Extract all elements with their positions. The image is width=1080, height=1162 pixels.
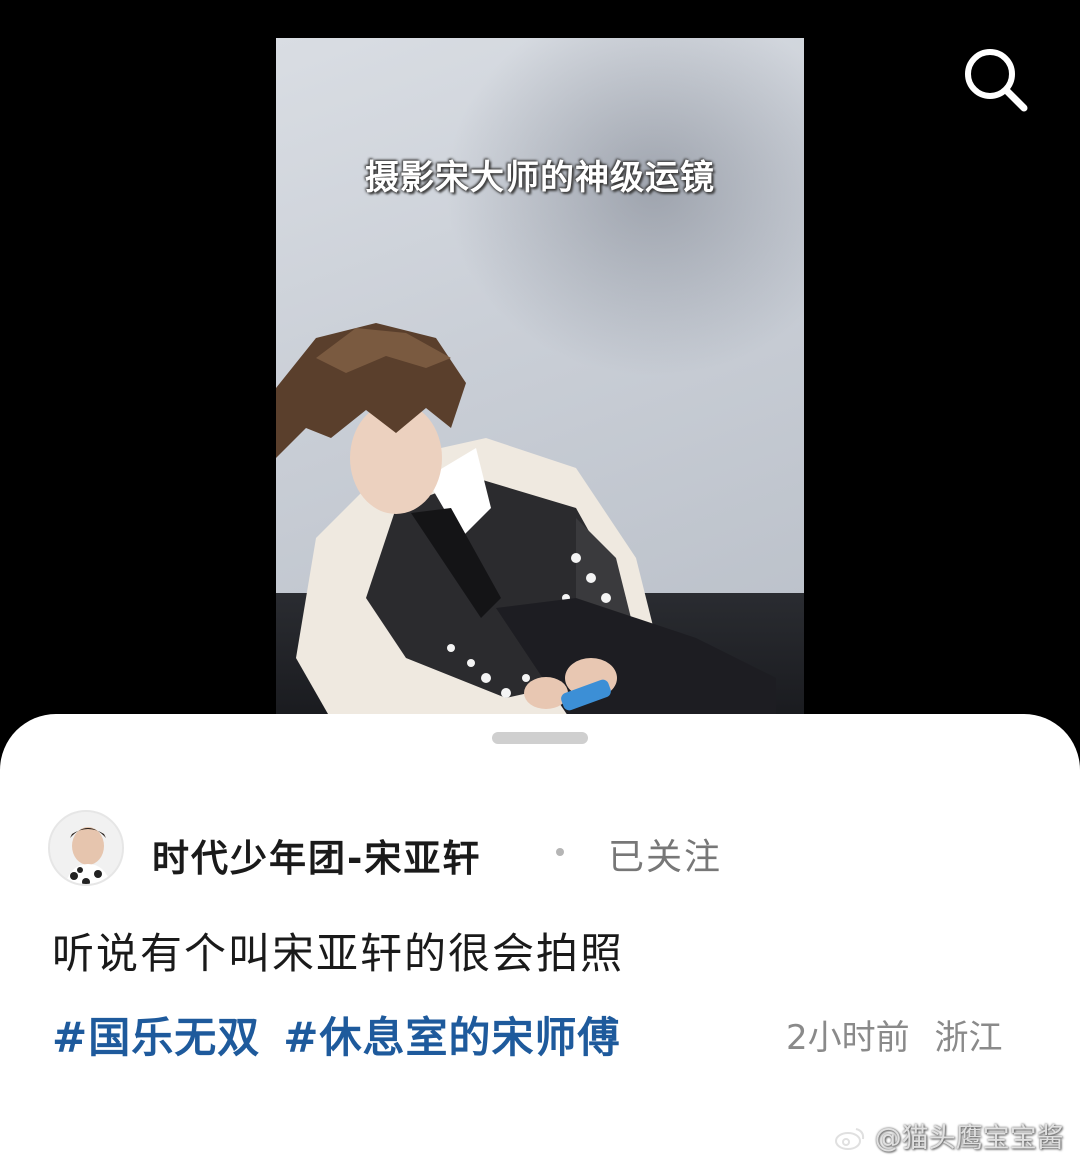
- post-text: 听说有个叫宋亚轩的很会拍照: [52, 929, 625, 978]
- avatar[interactable]: [48, 810, 124, 886]
- hashtag-link[interactable]: #休息室的宋师傅: [283, 1013, 620, 1062]
- separator-dot: [556, 848, 564, 856]
- drag-handle[interactable]: [492, 732, 588, 744]
- follow-status-button[interactable]: 已关注: [608, 828, 722, 880]
- search-button[interactable]: [960, 44, 1032, 116]
- post-time: 2小时前: [786, 1018, 910, 1058]
- video-frame[interactable]: 摄影宋大师的神级运镜: [276, 38, 804, 728]
- video-caption: 摄影宋大师的神级运镜: [365, 158, 715, 198]
- search-icon: [965, 49, 1028, 112]
- weibo-icon: [835, 1128, 865, 1150]
- post-sheet: 时代少年团-宋亚轩 已关注 听说有个叫宋亚轩的很会拍照 #国乐无双 #休息室的宋…: [0, 714, 1080, 1162]
- author-name[interactable]: 时代少年团-宋亚轩: [152, 828, 481, 882]
- watermark-text: @猫头鹰宝宝酱: [874, 1123, 1064, 1154]
- post-location: 浙江: [934, 1018, 1003, 1058]
- person-illustration: [276, 323, 776, 728]
- watermark: @猫头鹰宝宝酱: [834, 1116, 1064, 1155]
- post-meta: 2小时前 浙江: [786, 1010, 1002, 1059]
- hashtag-row: #国乐无双 #休息室的宋师傅: [52, 1004, 639, 1065]
- video-player[interactable]: 摄影宋大师的神级运镜: [0, 0, 1080, 760]
- hashtag-link[interactable]: #国乐无双: [52, 1013, 260, 1062]
